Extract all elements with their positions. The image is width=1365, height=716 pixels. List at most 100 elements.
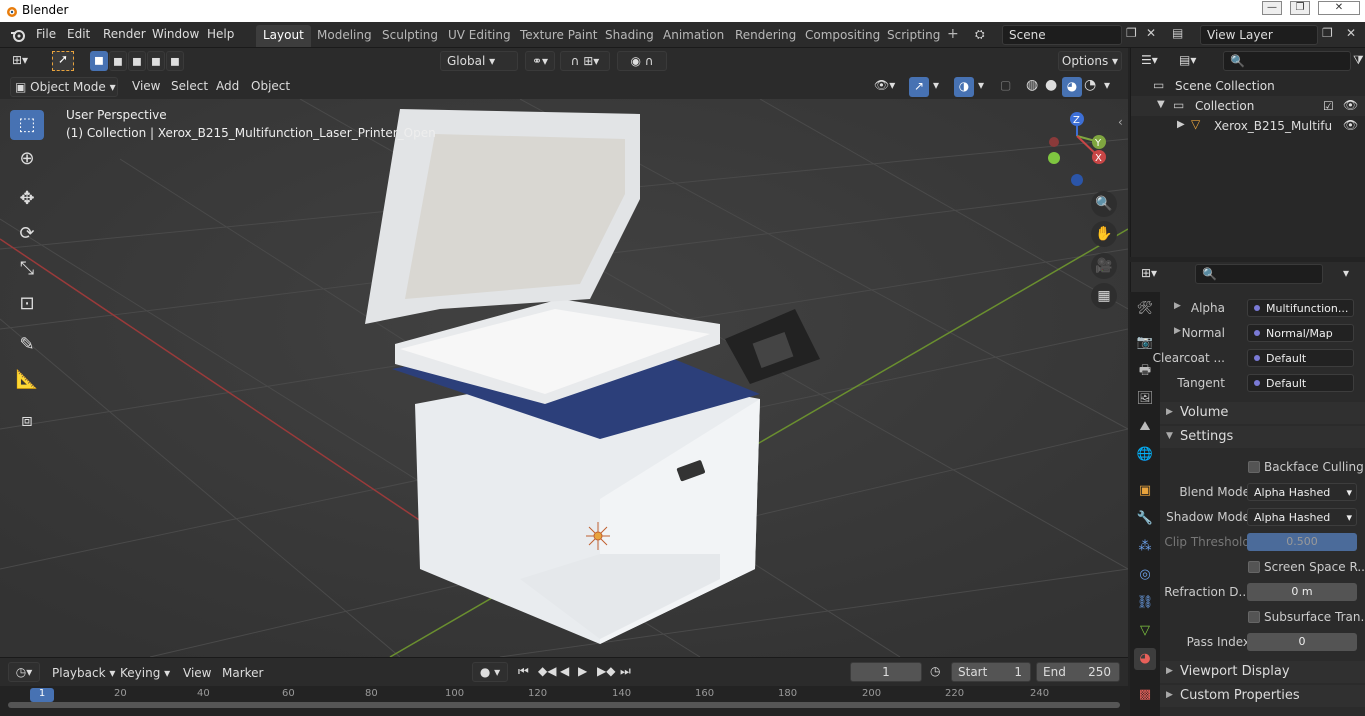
settings-panel-header[interactable]: ▼ Settings [1160, 426, 1365, 448]
wireframe-shading-icon[interactable]: ◍ [1026, 77, 1038, 93]
scale-tool-icon[interactable]: ⤡ [10, 254, 44, 284]
transform-orientation-dropdown[interactable]: Global ▾ [440, 51, 518, 71]
backface-checkbox[interactable] [1248, 461, 1260, 473]
select-intersect-icon[interactable]: ◼ [166, 51, 184, 71]
next-keyframe-icon[interactable]: ▶◆ [597, 664, 615, 678]
outliner-editor-type-icon[interactable]: ☰▾ [1141, 53, 1158, 67]
object-visibility-icon[interactable]: 👁 [1343, 118, 1358, 132]
select-tool-icon[interactable]: ⬚ [10, 110, 44, 140]
editor-type-icon[interactable]: ⊞▾ [12, 53, 28, 67]
properties-options-icon[interactable]: ▾ [1343, 266, 1349, 280]
add-cube-tool-icon[interactable]: ⧈ [10, 406, 44, 436]
add-workspace-button[interactable]: + [940, 25, 966, 47]
menu-select[interactable]: Select [171, 79, 208, 93]
normal-link-field[interactable]: Normal/Map [1247, 324, 1354, 342]
collection-checkbox-icon[interactable]: ☑ [1323, 99, 1334, 113]
solid-shading-icon[interactable]: ● [1045, 77, 1057, 93]
tab-shading[interactable]: Shading [598, 25, 661, 47]
proportional-edit-icon[interactable]: ◉ ∩ [617, 51, 667, 71]
shadow-mode-dropdown[interactable]: Alpha Hashed ▾ [1247, 508, 1357, 526]
tab-texture-paint[interactable]: Texture Paint [513, 25, 604, 47]
play-icon[interactable]: ▶ [578, 664, 587, 678]
end-frame-field[interactable]: End 250 [1036, 662, 1120, 682]
clip-threshold-slider[interactable]: 0.500 [1247, 533, 1357, 551]
select-subtract-icon[interactable]: ◼ [128, 51, 146, 71]
zoom-icon[interactable]: 🔍 [1091, 191, 1117, 217]
tab-scripting[interactable]: Scripting [880, 25, 947, 47]
material-tab-icon[interactable]: ◕ [1134, 648, 1156, 670]
gizmo-dropdown-icon[interactable]: ▾ [933, 78, 939, 92]
tab-sculpting[interactable]: Sculpting [375, 25, 445, 47]
material-shading-icon[interactable]: ◕ [1062, 77, 1082, 97]
new-view-layer-icon[interactable]: ❐ [1322, 26, 1333, 40]
refraction-depth-field[interactable]: 0 m [1247, 583, 1357, 601]
keyframe-record-icon[interactable]: ● ▾ [472, 662, 508, 682]
texture-tab-icon[interactable]: ▩ [1134, 684, 1156, 706]
view-layer-field[interactable]: View Layer [1200, 25, 1318, 45]
camera-view-icon[interactable]: 🎥 [1091, 253, 1117, 279]
tab-rendering[interactable]: Rendering [728, 25, 803, 47]
blender-menu-icon[interactable] [10, 27, 26, 43]
expand-object-icon[interactable]: ▶ [1177, 119, 1185, 130]
rotate-tool-icon[interactable]: ⟳ [10, 219, 44, 249]
snap-icon[interactable]: ∩ ⊞▾ [560, 51, 610, 71]
delete-scene-icon[interactable]: ✕ [1146, 26, 1156, 40]
jump-end-icon[interactable]: ⏭ [620, 664, 631, 679]
minimize-button[interactable]: — [1262, 1, 1282, 15]
tab-modeling[interactable]: Modeling [310, 25, 379, 47]
start-frame-field[interactable]: Start 1 [951, 662, 1031, 682]
tab-layout[interactable]: Layout [256, 25, 311, 47]
current-frame-field[interactable]: 1 [850, 662, 922, 682]
menu-help[interactable]: Help [207, 27, 234, 41]
cursor-tool-icon[interactable]: ⊕ [10, 144, 44, 174]
blend-mode-dropdown[interactable]: Alpha Hashed ▾ [1247, 483, 1357, 501]
prop-row-subsurface[interactable]: Subsurface Tran... [1160, 606, 1365, 628]
pass-index-field[interactable]: 0 [1247, 633, 1357, 651]
modifier-tab-icon[interactable]: 🔧 [1134, 508, 1156, 530]
visibility-icon[interactable]: 👁▾ [874, 78, 895, 92]
maximize-button[interactable]: ❐ [1290, 1, 1310, 15]
outliner-search-input[interactable]: 🔍 [1223, 51, 1351, 71]
select-box-icon[interactable]: ➚ [52, 51, 74, 71]
properties-search-input[interactable]: 🔍 [1195, 264, 1323, 284]
expand-normal-icon[interactable]: ▶ [1174, 326, 1181, 336]
filter-icon[interactable]: ⧩ [1353, 53, 1364, 68]
scene-name-field[interactable]: Scene [1002, 25, 1122, 45]
tab-compositing[interactable]: Compositing [798, 25, 887, 47]
menu-view[interactable]: View [132, 79, 160, 93]
overlay-toggle-icon[interactable]: ◑ [954, 77, 974, 97]
menu-render[interactable]: Render [103, 27, 146, 41]
viewport-display-panel-header[interactable]: ▶ Viewport Display [1160, 661, 1365, 683]
select-new-icon[interactable]: ◼ [90, 51, 108, 71]
play-reverse-icon[interactable]: ◀ [560, 664, 569, 678]
measure-tool-icon[interactable]: 📐 [10, 365, 44, 395]
annotate-tool-icon[interactable]: ✎ [10, 330, 44, 360]
tangent-link-field[interactable]: Default [1247, 374, 1354, 392]
tab-animation[interactable]: Animation [656, 25, 731, 47]
xray-icon[interactable]: ▢ [1000, 78, 1011, 92]
scene-icon[interactable]: ⛭ [975, 27, 985, 42]
transform-tool-icon[interactable]: ⊡ [10, 289, 44, 319]
pivot-point-icon[interactable]: ⚭▾ [525, 51, 555, 71]
scene-tab-icon[interactable]: ⛰ [1134, 416, 1156, 438]
prev-keyframe-icon[interactable]: ◆◀ [538, 664, 556, 678]
clearcoat-link-field[interactable]: Default [1247, 349, 1354, 367]
particles-tab-icon[interactable]: ⁂ [1134, 536, 1156, 558]
menu-timeline-view[interactable]: View [183, 666, 211, 680]
collection-visibility-icon[interactable]: 👁 [1343, 98, 1358, 112]
pan-hand-icon[interactable]: ✋ [1091, 221, 1117, 247]
menu-file[interactable]: File [36, 27, 56, 41]
3d-viewport[interactable]: Z Y X User Perspective (1) Collection | … [0, 99, 1128, 657]
object-tab-icon[interactable]: ▣ [1134, 480, 1156, 502]
display-mode-icon[interactable]: ▤▾ [1179, 53, 1196, 67]
timeline-ruler[interactable]: 1 20 40 60 80 100 120 140 160 180 200 22… [0, 686, 1128, 716]
expand-collection-icon[interactable]: ▼ [1157, 99, 1165, 110]
overlay-dropdown-icon[interactable]: ▾ [978, 78, 984, 92]
select-difference-icon[interactable]: ◼ [147, 51, 165, 71]
menu-playback[interactable]: Playback ▾ [52, 666, 115, 680]
view-layer-icon[interactable]: ▤ [1172, 26, 1183, 40]
expand-alpha-icon[interactable]: ▶ [1174, 301, 1181, 311]
preview-range-icon[interactable]: ◷ [930, 664, 940, 678]
shading-dropdown-icon[interactable]: ▾ [1104, 78, 1110, 92]
volume-panel-header[interactable]: ▶ Volume [1160, 402, 1365, 424]
